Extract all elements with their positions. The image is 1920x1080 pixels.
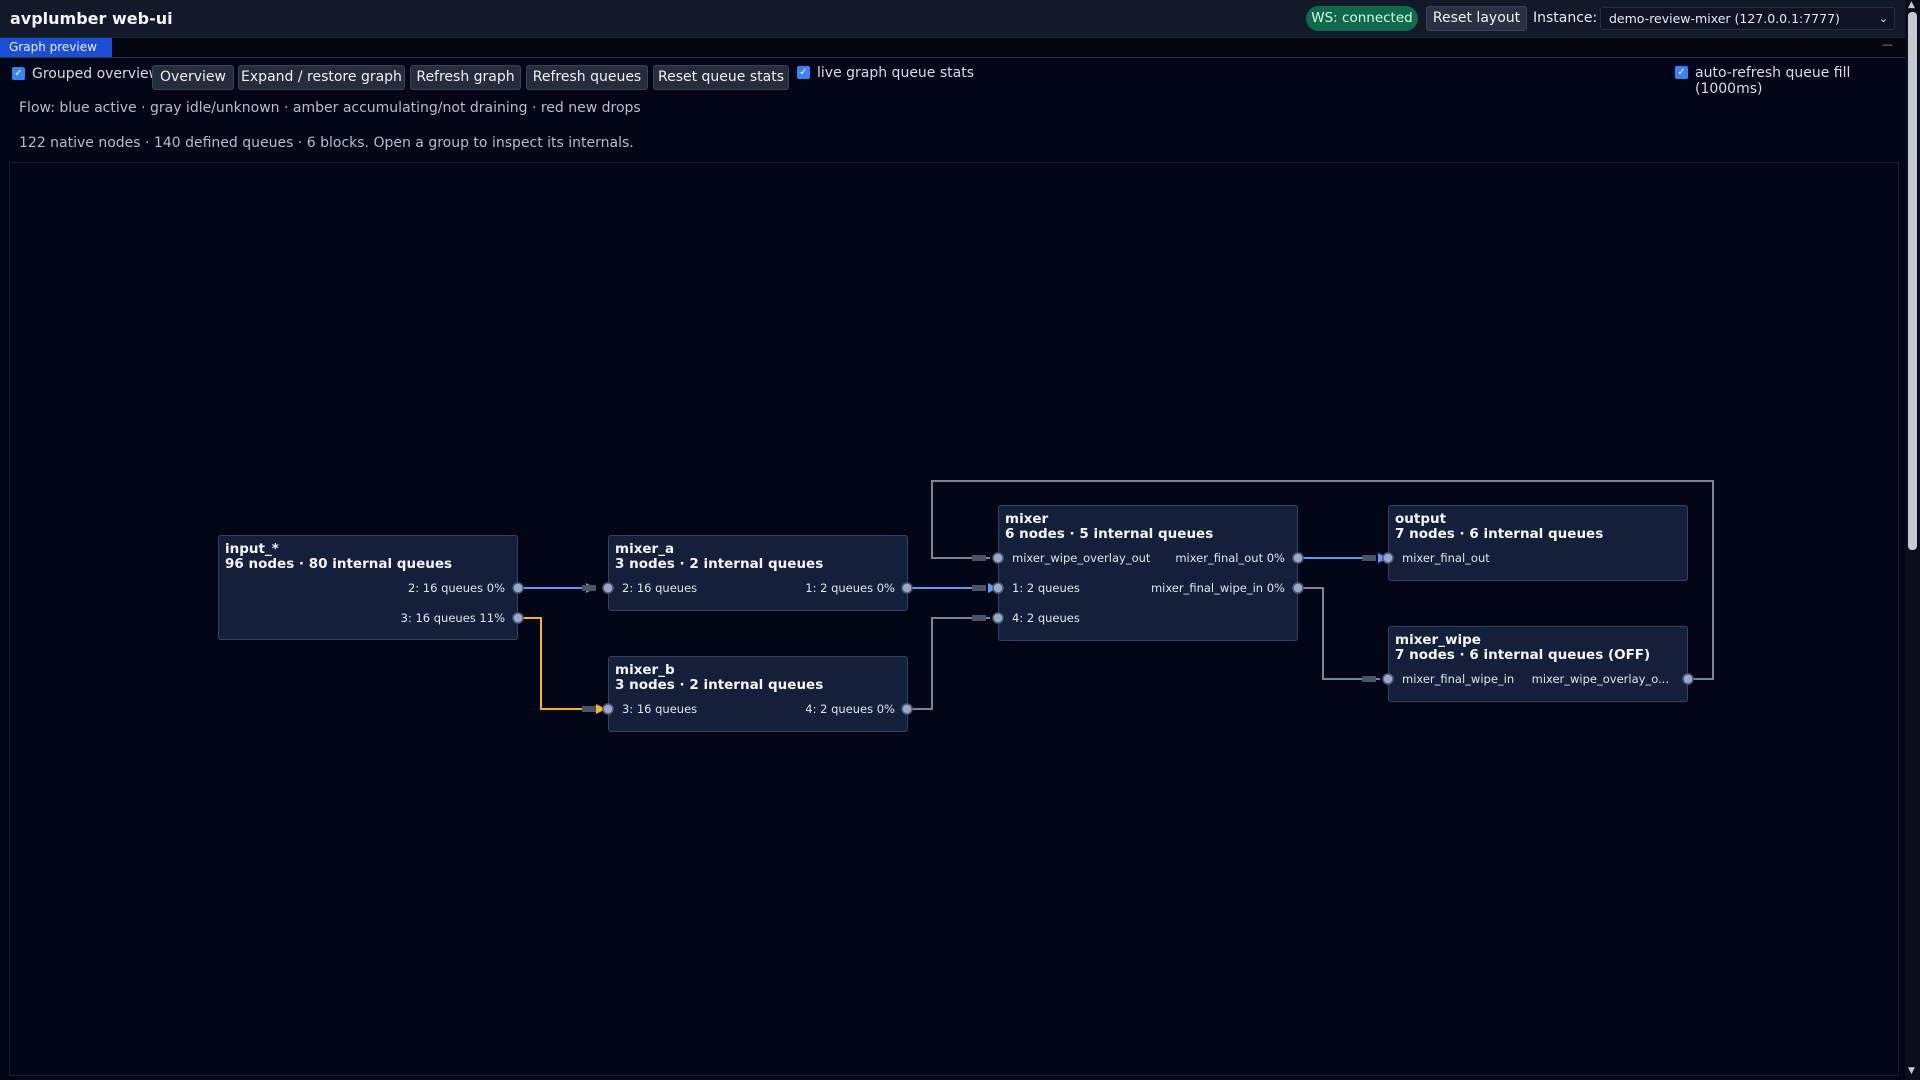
node-subtitle: 7 nodes · 6 internal queues (OFF) (1395, 647, 1651, 663)
graph-summary: 122 native nodes · 140 defined queues · … (19, 135, 634, 151)
port-label: mixer_final_out 0% (1175, 551, 1285, 565)
chevron-down-icon: ⌄ (1878, 12, 1888, 25)
reset-queue-stats-button[interactable]: Reset queue stats (653, 65, 789, 90)
graph-node-mixer-a[interactable]: mixer_a 3 nodes · 2 internal queues 2: 1… (608, 535, 908, 611)
node-subtitle: 6 nodes · 5 internal queues (1005, 526, 1214, 542)
node-title: mixer_wipe (1395, 632, 1481, 648)
overview-button[interactable]: Overview (152, 65, 234, 90)
port-label: 3: 16 queues 11% (400, 611, 505, 625)
node-subtitle: 7 nodes · 6 internal queues (1395, 526, 1604, 542)
graph-node-mixer[interactable]: mixer 6 nodes · 5 internal queues mixer_… (998, 505, 1298, 641)
live-stats-label: live graph queue stats (817, 65, 975, 81)
page-scrollbar[interactable]: ▲ ▼ (1905, 0, 1920, 1080)
scroll-thumb[interactable] (1908, 12, 1917, 550)
tab-graph-preview[interactable]: Graph preview (0, 38, 112, 57)
node-title: mixer_b (615, 662, 675, 678)
port-label: mixer_final_wipe_in 0% (1150, 581, 1285, 595)
node-title: output (1395, 511, 1447, 527)
port-label: 4: 2 queues 0% (805, 702, 895, 716)
port-label: mixer_final_out (1402, 551, 1490, 565)
reset-layout-button[interactable]: Reset layout (1426, 6, 1527, 31)
graph-node-input[interactable]: input_* 96 nodes · 80 internal queues 2:… (218, 535, 518, 640)
node-title: mixer_a (615, 541, 675, 557)
node-title: mixer (1005, 511, 1049, 527)
instance-label: Instance: (1533, 10, 1598, 26)
graph-node-mixer-b[interactable]: mixer_b 3 nodes · 2 internal queues 3: 1… (608, 656, 908, 732)
port-label: 4: 2 queues (1012, 611, 1080, 625)
port-label: 3: 16 queues (622, 702, 698, 716)
grouped-overview-label: Grouped overview (32, 66, 161, 82)
node-subtitle: 3 nodes · 2 internal queues (615, 677, 824, 693)
auto-refresh-label: auto-refresh queue fill (1000ms) (1695, 65, 1851, 97)
port-label: 1: 2 queues 0% (805, 581, 895, 595)
port-label: 1: 2 queues (1012, 581, 1080, 595)
port-label: mixer_final_wipe_in (1402, 672, 1515, 686)
app-title: avplumber web-ui (10, 9, 173, 28)
graph-controls: ✓ Grouped overview Overview Expand / res… (0, 63, 1905, 97)
scroll-down-icon[interactable]: ▼ (1908, 1066, 1915, 1076)
port-label: mixer_wipe_overlay_out (1012, 551, 1151, 565)
grouped-overview-checkbox[interactable]: ✓ (12, 67, 25, 80)
graph-node-mixer-wipe[interactable]: mixer_wipe 7 nodes · 6 internal queues (… (1388, 626, 1688, 702)
node-subtitle: 96 nodes · 80 internal queues (225, 556, 453, 572)
top-bar: avplumber web-ui WS: connected Reset lay… (0, 0, 1905, 38)
instance-select[interactable]: demo-review-mixer (127.0.0.1:7777) ⌄ (1600, 7, 1895, 30)
ws-status-badge: WS: connected (1306, 6, 1418, 31)
instance-selected-value: demo-review-mixer (127.0.0.1:7777) (1609, 11, 1840, 26)
graph-node-output[interactable]: output 7 nodes · 6 internal queues mixer… (1388, 505, 1688, 581)
flow-legend: Flow: blue active · gray idle/unknown · … (19, 100, 641, 116)
port-label: 2: 16 queues (622, 581, 698, 595)
refresh-graph-button[interactable]: Refresh graph (410, 65, 521, 90)
tab-strip: Graph preview — (0, 38, 1905, 58)
minimize-icon[interactable]: — (1882, 38, 1893, 51)
port-label: mixer_wipe_overlay_o... (1531, 672, 1669, 686)
scroll-up-icon[interactable]: ▲ (1908, 0, 1915, 10)
expand-restore-graph-button[interactable]: Expand / restore graph (238, 65, 405, 90)
divider (0, 57, 1905, 58)
node-subtitle: 3 nodes · 2 internal queues (615, 556, 824, 572)
live-stats-checkbox[interactable]: ✓ (797, 66, 810, 79)
node-title: input_* (225, 541, 279, 557)
refresh-queues-button[interactable]: Refresh queues (526, 65, 648, 90)
port-label: 2: 16 queues 0% (407, 581, 505, 595)
auto-refresh-checkbox[interactable]: ✓ (1675, 66, 1688, 79)
